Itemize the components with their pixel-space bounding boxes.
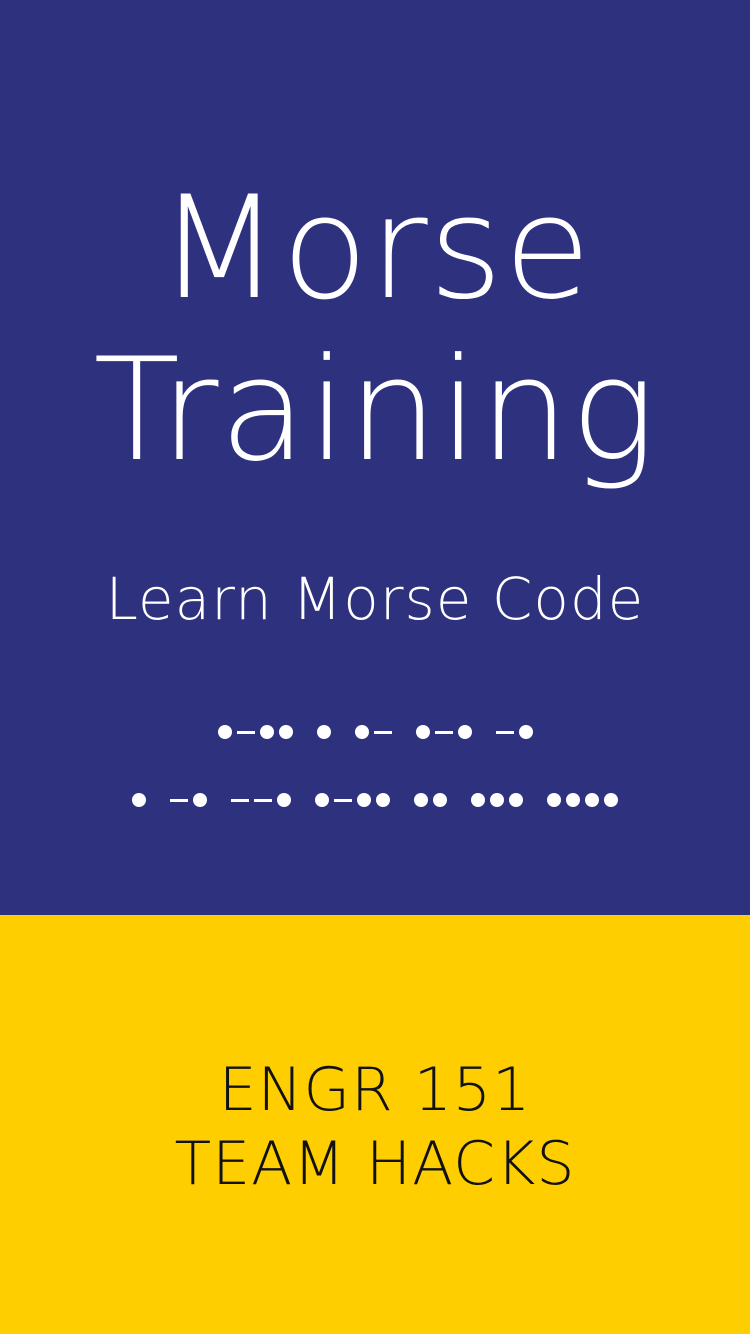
morse-dash <box>254 798 272 802</box>
morse-dash <box>496 730 514 734</box>
morse-dot <box>416 725 430 739</box>
morse-dot <box>355 725 369 739</box>
morse-dash <box>231 798 249 802</box>
morse-dash <box>435 730 453 734</box>
course-label: ENGR 151 <box>218 1055 532 1125</box>
team-label: TEAM HACKS <box>174 1129 576 1199</box>
title-panel: Morse Training Learn Morse Code <box>0 0 750 915</box>
morse-dash <box>374 730 392 734</box>
morse-dot <box>585 793 599 807</box>
credits-panel: ENGR 151 TEAM HACKS <box>0 915 750 1334</box>
morse-dot <box>566 793 580 807</box>
morse-dot <box>132 793 146 807</box>
morse-dash <box>237 730 255 734</box>
morse-dot <box>509 793 523 807</box>
morse-dot <box>433 793 447 807</box>
morse-dot <box>260 725 274 739</box>
morse-dot <box>458 725 472 739</box>
morse-dot <box>315 793 329 807</box>
morse-dot <box>376 793 390 807</box>
morse-code-line-1 <box>0 717 750 747</box>
morse-dot <box>218 725 232 739</box>
morse-dot <box>547 793 561 807</box>
app-subtitle: Learn Morse Code <box>105 565 645 633</box>
morse-dot <box>357 793 371 807</box>
morse-dot <box>414 793 428 807</box>
morse-dash <box>334 798 352 802</box>
morse-dot <box>490 793 504 807</box>
morse-dot <box>604 793 618 807</box>
morse-code-line-2 <box>0 785 750 815</box>
morse-dot <box>279 725 293 739</box>
splash-screen: Morse Training Learn Morse Code ENGR 151… <box>0 0 750 1334</box>
app-title-line-1: Morse <box>157 166 593 331</box>
morse-dash <box>170 798 188 802</box>
morse-dot <box>519 725 533 739</box>
morse-dot <box>277 793 291 807</box>
morse-dot <box>193 793 207 807</box>
morse-dot <box>317 725 331 739</box>
app-title-line-2: Training <box>93 328 657 493</box>
morse-dot <box>471 793 485 807</box>
